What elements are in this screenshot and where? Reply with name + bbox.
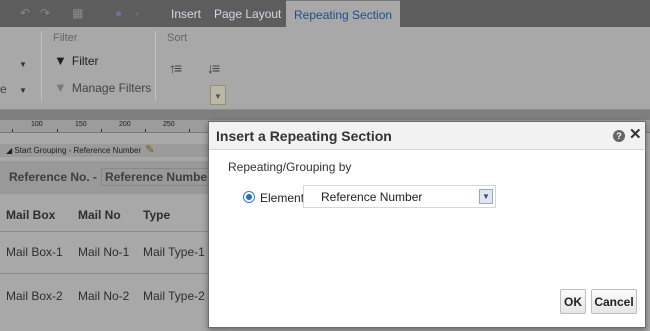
insert-repeating-section-dialog: Insert a Repeating Section ? ✕ Repeating…: [208, 121, 646, 328]
sort-ascending-icon[interactable]: ↑≡: [169, 60, 182, 76]
funnel-icon: ▼: [54, 53, 67, 68]
table-cell: Mail Type-1: [143, 245, 205, 259]
help-circle-icon[interactable]: ●: [115, 6, 122, 20]
ok-button[interactable]: OK: [560, 289, 586, 314]
ruler-tick: [101, 129, 102, 132]
select-value: Reference Number: [321, 190, 423, 204]
table-cell: Mail Type-2: [143, 289, 205, 303]
ruler-gutter: [0, 110, 650, 120]
close-icon[interactable]: ✕: [629, 127, 642, 143]
ribbon-panel: ▼ e ▼ Filter ▼ Filter ▼ Manage Filters S…: [0, 27, 650, 110]
table-divider: [0, 231, 230, 232]
help-icon[interactable]: ?: [613, 130, 625, 142]
manage-filters-label: Manage Filters: [71, 80, 152, 95]
element-radio-label[interactable]: Element: [260, 191, 304, 205]
table-cell: Mail Box-1: [6, 245, 63, 259]
expand-triangle-icon: ◢: [6, 146, 13, 155]
tab-insert[interactable]: Insert: [171, 0, 201, 27]
chevron-down-icon[interactable]: ▼: [479, 189, 493, 204]
ruler-label: 150: [75, 121, 87, 128]
table-cell: Mail Box-2: [6, 289, 63, 303]
tab-page-layout[interactable]: Page Layout: [214, 0, 281, 27]
sort-dropdown-arrow[interactable]: ▼: [210, 85, 226, 105]
ruler-label: 250: [163, 121, 175, 128]
manage-filters-button[interactable]: ▼ Manage Filters: [54, 80, 151, 95]
table-divider: [0, 273, 230, 274]
chevron-right-icon: ›: [136, 8, 139, 18]
filter-button[interactable]: ▼ Filter: [54, 53, 99, 68]
group-separator: [155, 31, 156, 101]
header-type: Type: [143, 208, 171, 222]
ribbon-tab-bar: ↶ ↷ ▦ ● › Insert Page Layout Repeating S…: [0, 0, 650, 27]
reference-row: Reference No. - Reference Number: [0, 161, 230, 194]
ruler-label: 100: [31, 121, 43, 128]
start-grouping-marker[interactable]: ◢ Start Grouping - Reference Number ✎: [0, 144, 230, 157]
reference-label: Reference No. -: [9, 170, 98, 184]
cancel-button[interactable]: Cancel: [591, 289, 637, 314]
group-separator: [41, 31, 42, 101]
ruler-tick: [145, 129, 146, 132]
undo-icon[interactable]: ↶: [20, 6, 30, 20]
reference-field[interactable]: Reference Number: [101, 168, 216, 186]
filter-group-title: Filter: [53, 32, 78, 44]
filter-button-label: Filter: [71, 53, 99, 68]
ruler-tick: [57, 129, 58, 132]
start-grouping-label: Start Grouping - Reference Number: [14, 146, 142, 155]
grouping-element-select[interactable]: Reference Number ▼: [303, 185, 496, 208]
tab-repeating-section[interactable]: Repeating Section: [286, 0, 401, 27]
dialog-title-bar[interactable]: Insert a Repeating Section ? ✕: [209, 122, 645, 150]
header-mail-no: Mail No: [78, 208, 121, 222]
ruler-label: 200: [119, 121, 131, 128]
sort-group-title: Sort: [167, 32, 188, 44]
header-mail-box: Mail Box: [6, 208, 56, 222]
ruler-tick: [12, 129, 13, 132]
table-cell: Mail No-2: [78, 289, 130, 303]
ruler-tick: [189, 129, 190, 132]
dialog-title: Insert a Repeating Section: [216, 128, 392, 144]
chevron-down-icon[interactable]: ▼: [19, 60, 27, 69]
document-icon[interactable]: ▦: [72, 6, 83, 20]
pencil-icon[interactable]: ✎: [145, 144, 154, 156]
sort-descending-icon[interactable]: ↓≡: [207, 60, 220, 76]
table-cell: Mail No-1: [78, 245, 130, 259]
funnel-gear-icon: ▼: [54, 80, 67, 95]
redo-icon[interactable]: ↷: [40, 6, 50, 20]
chevron-down-icon[interactable]: ▼: [19, 86, 27, 95]
ribbon-left-fragment[interactable]: e: [0, 82, 7, 96]
grouping-by-label: Repeating/Grouping by: [228, 160, 352, 174]
element-radio[interactable]: [243, 191, 255, 203]
